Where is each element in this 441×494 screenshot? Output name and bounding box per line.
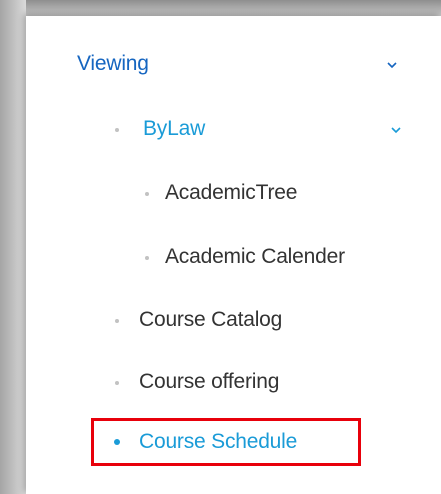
menu-group-viewing[interactable]: Viewing xyxy=(77,50,149,78)
menu-item-academic-calender[interactable]: Academic Calender xyxy=(165,243,345,271)
menu-item-label: Academic Calender xyxy=(165,245,345,268)
menu-group-bylaw-label: ByLaw xyxy=(143,117,206,140)
menu-group-bylaw[interactable]: ByLaw xyxy=(143,115,205,143)
highlight-box xyxy=(91,418,361,466)
menu-item-label: Course Catalog xyxy=(139,308,283,331)
menu-item-academictree[interactable]: AcademicTree xyxy=(165,179,297,207)
chevron-down-icon[interactable] xyxy=(386,61,398,69)
window-shadow-left xyxy=(0,0,26,494)
menu-item-label: AcademicTree xyxy=(165,181,298,204)
menu-item-course-catalog[interactable]: Course Catalog xyxy=(139,306,282,334)
menu-item-label: Course offering xyxy=(139,370,280,393)
bullet-icon xyxy=(115,381,119,385)
menu-group-viewing-label: Viewing xyxy=(77,52,149,75)
chevron-down-icon[interactable] xyxy=(390,126,402,134)
bullet-icon xyxy=(145,192,149,196)
bullet-icon xyxy=(115,128,119,132)
menu-item-course-offering[interactable]: Course offering xyxy=(139,368,279,396)
bullet-icon xyxy=(115,319,119,323)
window-shadow-top xyxy=(0,0,441,16)
bullet-icon xyxy=(145,256,149,260)
